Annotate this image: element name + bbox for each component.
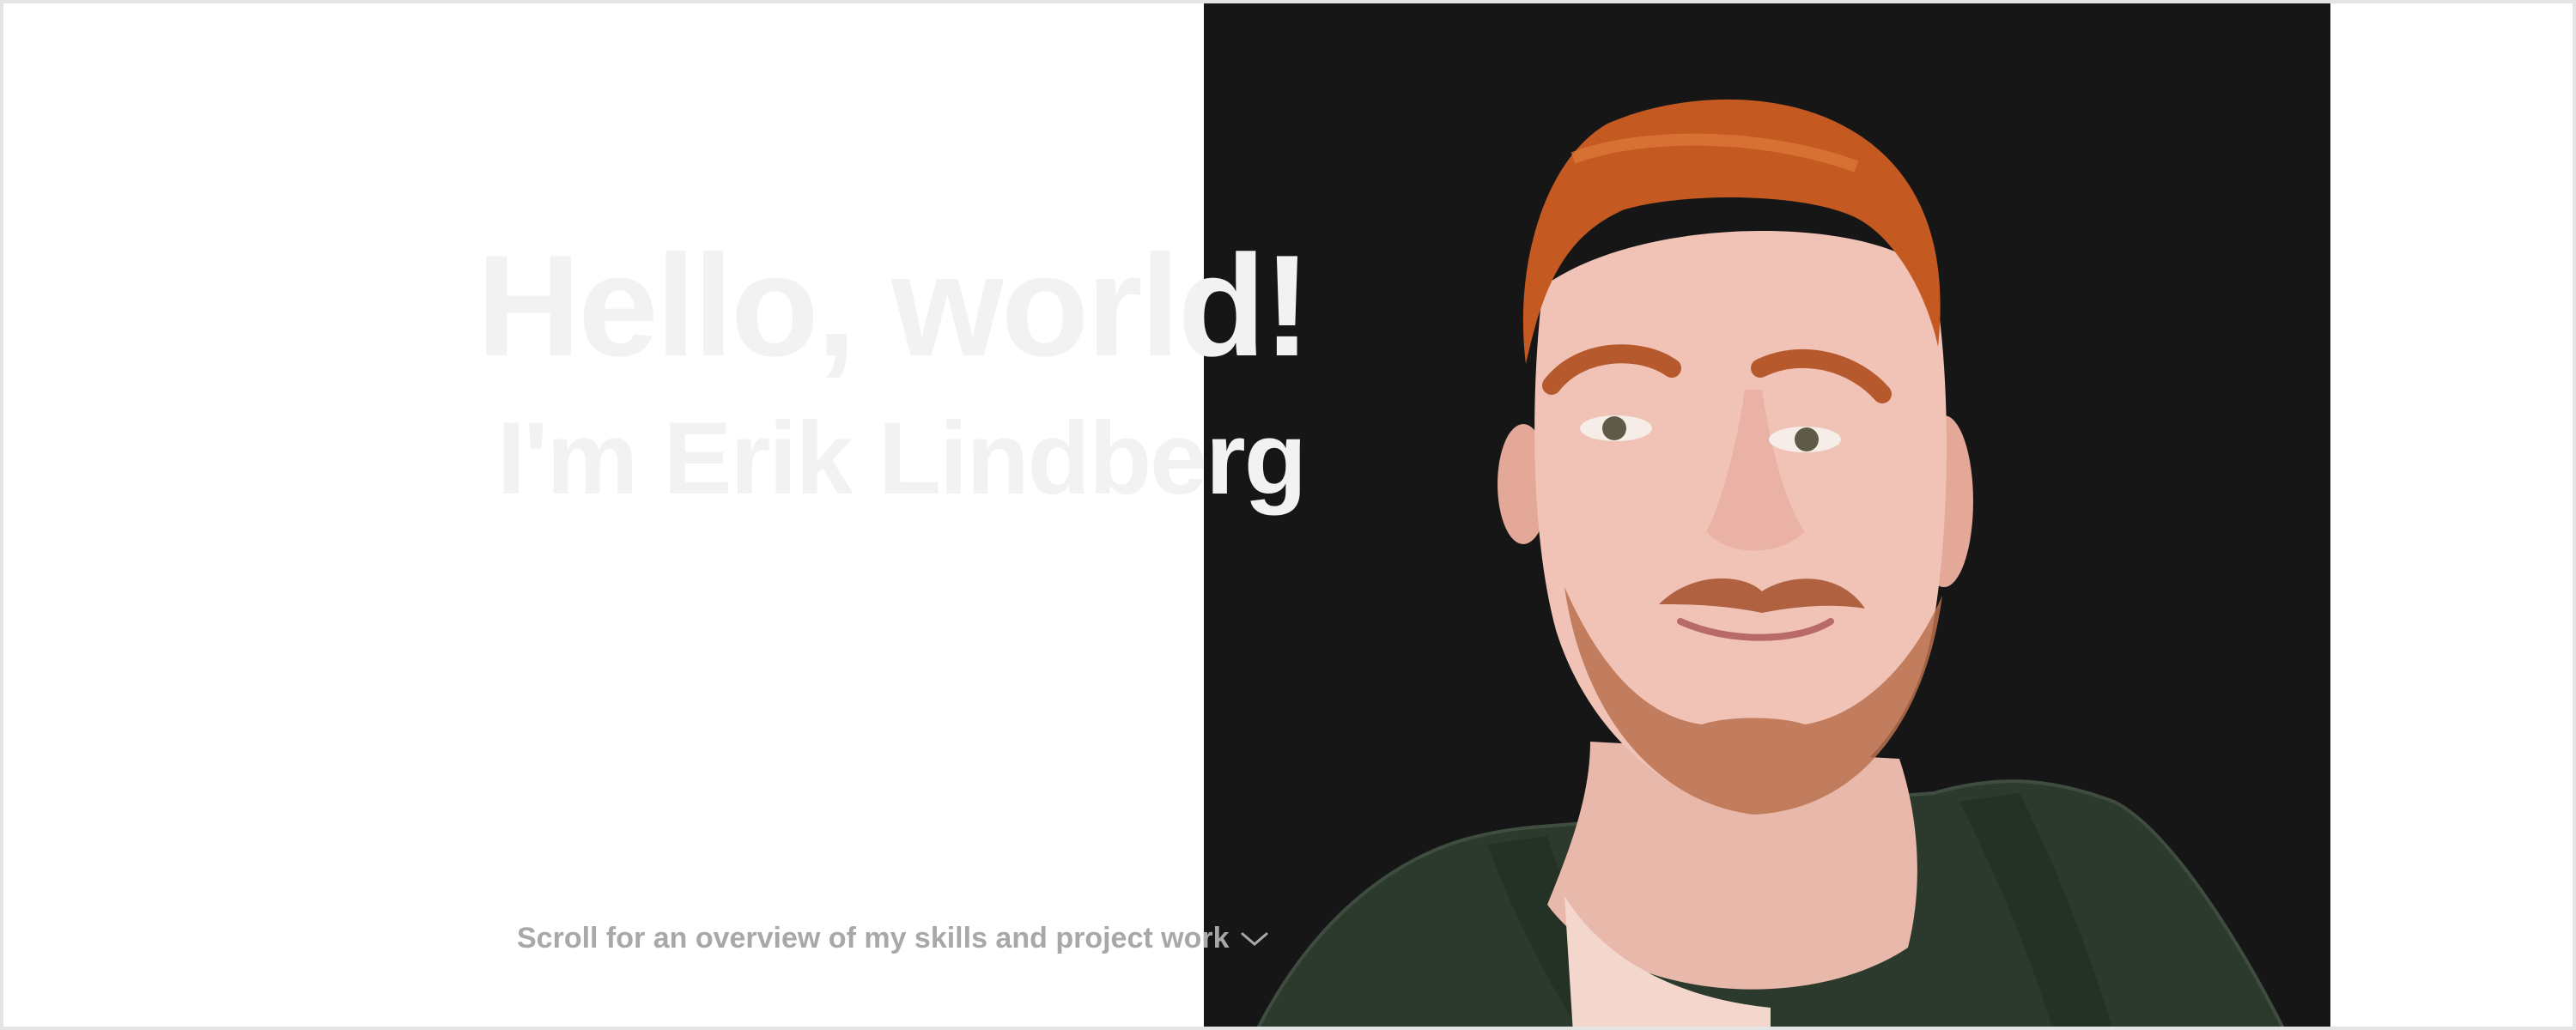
portrait-panel (1204, 3, 2330, 1027)
chevron-down-icon (1241, 932, 1268, 946)
greeting-heading: Hello, world! (477, 225, 1311, 386)
name-heading: I'm Erik Lindberg (496, 401, 1307, 516)
scroll-hint-text: Scroll for an overview of my skills and … (517, 922, 1230, 954)
portrait-photo (1256, 99, 2285, 1027)
hero-section: Hello, world! I'm Erik Lindberg Scroll f… (0, 0, 2576, 1030)
scroll-hint-link[interactable]: Scroll for an overview of my skills and … (517, 922, 1270, 955)
hero-headline: Hello, world! I'm Erik Lindberg (3, 3, 1377, 1027)
